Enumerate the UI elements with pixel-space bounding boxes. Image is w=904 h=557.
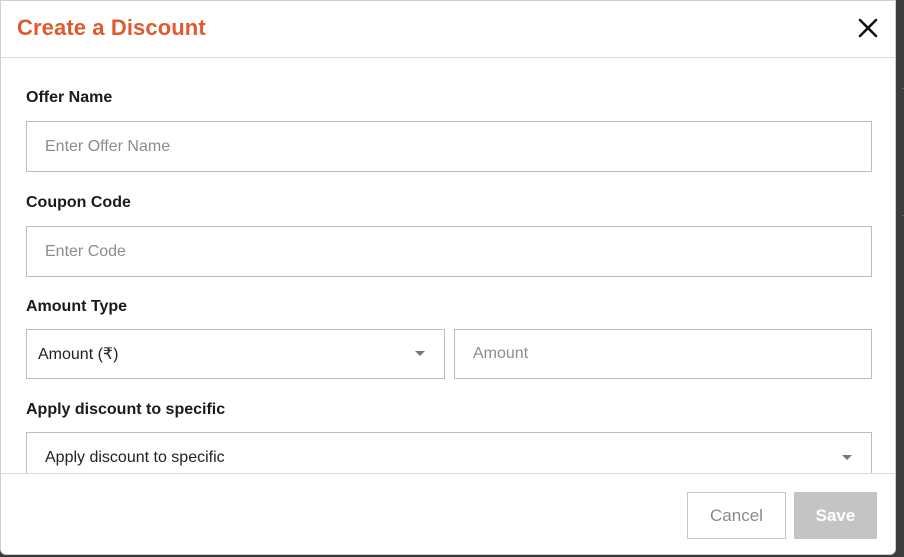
dialog-footer: Cancel Save [1, 473, 895, 554]
dialog-body: Offer Name Coupon Code Amount Type Amoun… [1, 58, 895, 473]
amount-type-select[interactable]: Amount (₹) [26, 329, 445, 379]
chevron-down-icon [842, 455, 852, 460]
dialog-header: Create a Discount [1, 1, 895, 58]
offer-name-input[interactable] [26, 121, 872, 172]
amount-input[interactable] [454, 329, 872, 379]
cancel-button[interactable]: Cancel [687, 492, 786, 539]
coupon-code-input[interactable] [26, 226, 872, 277]
apply-specific-select[interactable]: Apply discount to specific [26, 432, 872, 473]
chevron-down-icon [415, 351, 425, 356]
amount-type-label: Amount Type [26, 298, 128, 315]
create-discount-dialog: Create a Discount Offer Name Coupon Code… [0, 0, 896, 555]
save-button[interactable]: Save [794, 492, 877, 539]
background-page-edge [896, 0, 904, 557]
coupon-code-label: Coupon Code [26, 194, 131, 211]
apply-specific-selected-value: Apply discount to specific [45, 449, 225, 466]
close-icon [858, 18, 878, 38]
apply-specific-label: Apply discount to specific [26, 401, 226, 418]
dialog-title: Create a Discount [17, 15, 206, 40]
offer-name-label: Offer Name [26, 89, 113, 106]
amount-type-selected-value: Amount (₹) [38, 346, 119, 363]
close-button[interactable] [857, 17, 879, 39]
